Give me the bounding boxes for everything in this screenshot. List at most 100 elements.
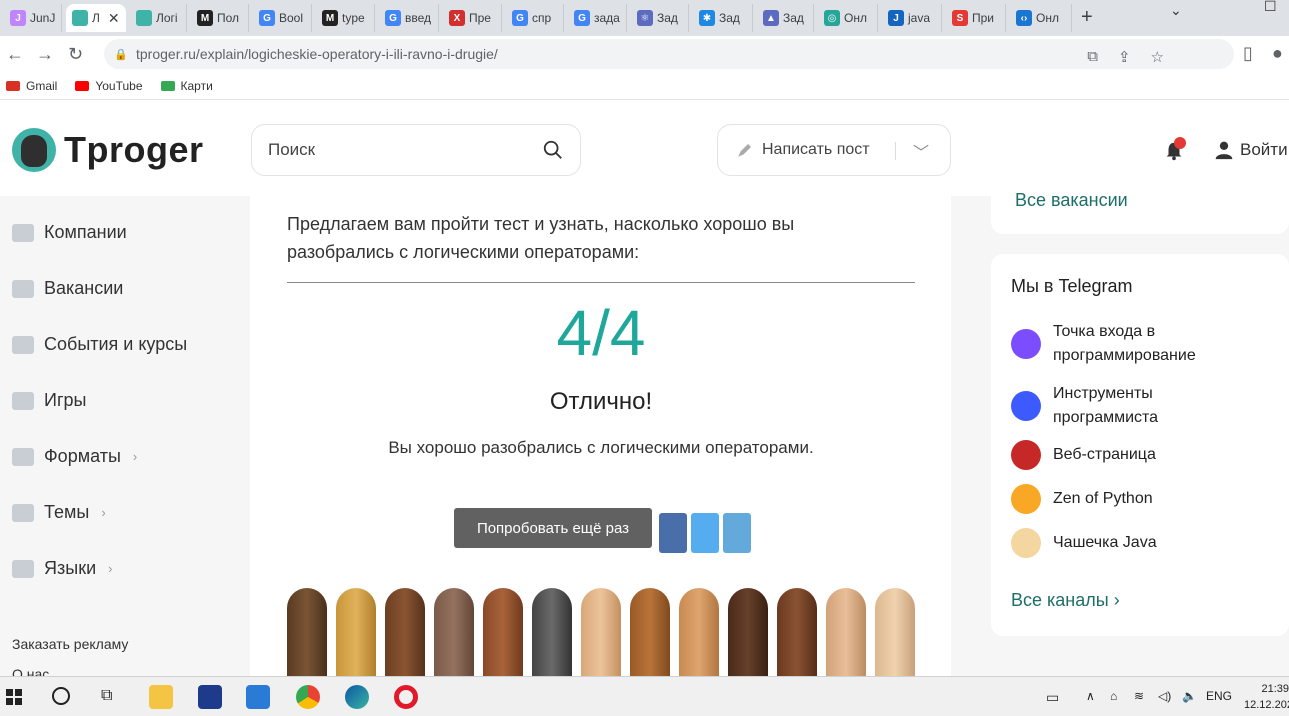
- sidebar-item[interactable]: Языки ›: [12, 558, 112, 579]
- sidebar-item[interactable]: События и курсы: [12, 334, 187, 355]
- side-panel-icon[interactable]: ▯: [1243, 43, 1253, 64]
- bookmark-item[interactable]: Карти: [160, 79, 213, 93]
- network-icon[interactable]: ⌂: [1110, 689, 1117, 703]
- sidebar-item[interactable]: Форматы ›: [12, 446, 137, 467]
- telegram-channel[interactable]: Точка входа в программирование: [1011, 320, 1241, 368]
- share-icon[interactable]: ⇪: [1118, 48, 1131, 66]
- volume-icon[interactable]: 🔈: [1182, 689, 1197, 703]
- tab-favicon-icon: [136, 10, 152, 26]
- tab-label: введ: [405, 11, 432, 25]
- opera-icon[interactable]: [394, 685, 418, 709]
- telegram-channel[interactable]: Zen of Python: [1011, 484, 1241, 514]
- quiz-result-text: Вы хорошо разобрались с логическими опер…: [388, 438, 814, 457]
- channel-avatar-icon: [1011, 329, 1041, 359]
- share-telegram-button[interactable]: [723, 513, 751, 553]
- search-icon[interactable]: [542, 139, 564, 161]
- tab-label: зада: [594, 11, 620, 25]
- url-text[interactable]: tproger.ru/explain/logicheskie-operatory…: [136, 46, 498, 62]
- reload-button[interactable]: ↻: [68, 44, 83, 65]
- all-vacancies-link[interactable]: Все вакансии: [1015, 190, 1128, 211]
- browser-tab[interactable]: Gзада: [568, 4, 627, 32]
- chevron-down-icon[interactable]: ﹀: [913, 139, 929, 163]
- browser-tab[interactable]: Л ✕: [66, 4, 126, 32]
- address-bar[interactable]: 🔒 tproger.ru/explain/logicheskie-operato…: [104, 39, 1234, 69]
- windows-start-icon[interactable]: [6, 689, 22, 705]
- sidebar-item[interactable]: Компании: [12, 222, 127, 243]
- retry-button[interactable]: Попробовать ещё раз: [454, 508, 652, 548]
- divider: [895, 142, 896, 160]
- telegram-channel[interactable]: Инструменты программиста: [1011, 382, 1241, 430]
- right-sidebar: Все вакансии Мы в Telegram Точка входа в…: [951, 190, 1289, 676]
- clock-time: 21:39: [1261, 683, 1289, 695]
- browser-tab[interactable]: Х Пре: [443, 4, 502, 32]
- telegram-channel[interactable]: Чашечка Java: [1011, 528, 1241, 558]
- security-app-icon[interactable]: [198, 685, 222, 709]
- site-logo[interactable]: Tproger: [12, 128, 204, 172]
- vscode-icon[interactable]: [246, 685, 270, 709]
- browser-tab[interactable]: Jjava: [882, 4, 942, 32]
- bookmark-star-icon[interactable]: ☆: [1151, 48, 1164, 66]
- tab-label: java: [908, 11, 931, 25]
- browser-tab[interactable]: ⚛ Зад: [631, 4, 689, 32]
- new-tab-button[interactable]: +: [1081, 6, 1093, 29]
- browser-toolbar: ← → ↻ 🔒 tproger.ru/explain/logicheskie-o…: [0, 36, 1289, 72]
- sidebar-item[interactable]: Игры: [12, 390, 86, 411]
- maximize-button[interactable]: ☐: [1264, 0, 1277, 15]
- bookmark-item[interactable]: Gmail: [6, 79, 57, 93]
- browser-tab[interactable]: S При: [946, 4, 1006, 32]
- task-view-icon[interactable]: ⧉: [101, 687, 112, 705]
- sidebar-item-icon: [12, 503, 34, 522]
- browser-tab[interactable]: G Bool: [253, 4, 312, 32]
- browser-tab[interactable]: Mtype: [316, 4, 375, 32]
- chrome-icon[interactable]: [296, 685, 320, 709]
- share-twitter-button[interactable]: [691, 513, 719, 553]
- tab-label: Онл: [844, 11, 867, 25]
- write-post-label: Написать пост: [762, 141, 870, 158]
- browser-tab[interactable]: ‹› Онл: [1010, 4, 1072, 32]
- tab-label: Л: [92, 11, 100, 25]
- browser-tab[interactable]: M Пол: [191, 4, 249, 32]
- share-facebook-button[interactable]: [659, 513, 687, 553]
- back-button[interactable]: ←: [6, 44, 24, 65]
- sidebar-item-icon: [12, 391, 34, 410]
- browser-tab[interactable]: Gввед: [379, 4, 439, 32]
- bookmark-item[interactable]: YouTube: [75, 79, 143, 93]
- browser-tab[interactable]: ▲ Зад: [757, 4, 814, 32]
- login-button[interactable]: Войти: [1214, 140, 1288, 160]
- left-sidebar: Компании Вакансии События и курсы Игры Форма…: [0, 196, 250, 682]
- advertise-link[interactable]: Заказать рекламу: [12, 636, 128, 652]
- translate-icon[interactable]: ⧉: [1087, 48, 1098, 66]
- quiz-intro: Предлагаем вам пройти тест и узнать, нас…: [287, 214, 795, 262]
- channel-avatar-icon: [1011, 440, 1041, 470]
- browser-tab[interactable]: ◎ Онл: [818, 4, 878, 32]
- edge-icon[interactable]: [345, 685, 369, 709]
- sidebar-item[interactable]: Темы ›: [12, 502, 106, 523]
- bookmark-label: Gmail: [26, 78, 58, 93]
- write-post-button[interactable]: Написать пост ﹀: [717, 124, 951, 176]
- sidebar-item[interactable]: Вакансии: [12, 278, 123, 299]
- search-input[interactable]: Поиск: [251, 124, 581, 176]
- file-explorer-icon[interactable]: [149, 685, 173, 709]
- all-channels-link[interactable]: Все каналы ›: [1011, 590, 1120, 611]
- keyboard-icon[interactable]: ▭: [1046, 689, 1059, 706]
- close-icon[interactable]: ✕: [108, 10, 120, 27]
- wifi-icon[interactable]: ≋: [1134, 689, 1144, 703]
- sidebar-item-label: Компании: [44, 222, 127, 242]
- logo-avatar-icon: [12, 128, 56, 172]
- language-indicator[interactable]: ENG: [1206, 689, 1232, 703]
- telegram-channel[interactable]: Веб-страница: [1011, 440, 1241, 470]
- browser-tab[interactable]: Логі: [130, 4, 187, 32]
- clock[interactable]: 21:39 12.12.202: [1244, 681, 1289, 713]
- browser-tab[interactable]: Gспр: [506, 4, 564, 32]
- lock-icon[interactable]: 🔒: [114, 48, 128, 61]
- tray-chevron-up-icon[interactable]: ∧: [1086, 689, 1095, 703]
- forward-button[interactable]: →: [36, 44, 54, 65]
- chevron-right-icon: ›: [101, 505, 106, 520]
- search-icon[interactable]: [52, 687, 70, 705]
- tab-favicon-icon: [72, 10, 88, 26]
- tab-search-icon[interactable]: ⌄: [1170, 2, 1182, 19]
- browser-tab[interactable]: ✱ Зад: [693, 4, 753, 32]
- sound-icon[interactable]: ◁): [1158, 689, 1171, 703]
- browser-tab[interactable]: J JunJ: [4, 4, 62, 32]
- profile-icon[interactable]: ●: [1272, 43, 1283, 64]
